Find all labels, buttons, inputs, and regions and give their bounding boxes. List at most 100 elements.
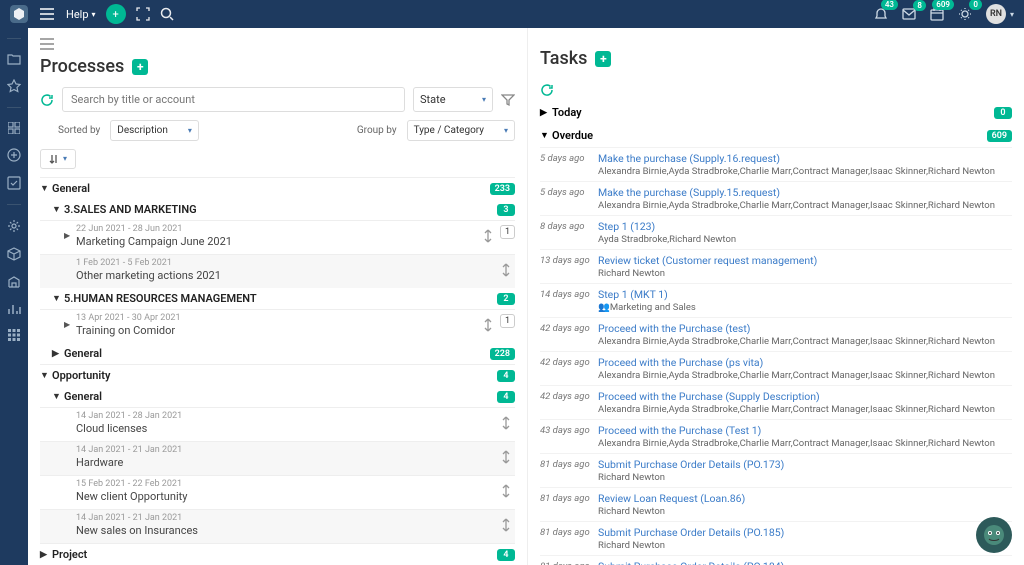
sidebar-folder-icon[interactable] (0, 53, 28, 65)
caret-icon[interactable]: ▼ (52, 391, 64, 402)
mail-icon[interactable]: 8 (902, 8, 916, 20)
task-row[interactable]: 43 days agoProceed with the Purchase (Te… (540, 419, 1012, 453)
process-item[interactable]: ▶22 Jun 2021 - 28 Jun 2021Marketing Camp… (40, 220, 515, 254)
task-title-link[interactable]: Step 1 (MKT 1) (598, 288, 1012, 301)
reorder-icon[interactable] (483, 229, 493, 243)
task-row[interactable]: 5 days agoMake the purchase (Supply.16.r… (540, 147, 1012, 181)
task-title-link[interactable]: Proceed with the Purchase (Test 1) (598, 424, 1012, 437)
task-row[interactable]: 14 days agoStep 1 (MKT 1)👥Marketing and … (540, 283, 1012, 317)
count-badge: 4 (497, 391, 515, 403)
sidebar-apps-icon[interactable] (0, 122, 28, 134)
task-title-link[interactable]: Make the purchase (Supply.16.request) (598, 152, 1012, 165)
caret-icon[interactable]: ▶ (540, 108, 552, 118)
state-dropdown[interactable]: State▾ (413, 87, 493, 112)
group-dropdown[interactable]: Type / Category▾ (407, 120, 515, 141)
avatar[interactable]: RN (986, 4, 1006, 24)
group-label: General (64, 390, 497, 403)
task-title-link[interactable]: Submit Purchase Order Details (PO.185) (598, 526, 1012, 539)
process-group[interactable]: ▼5.HUMAN RESOURCES MANAGEMENT2 (40, 288, 515, 309)
caret-icon[interactable]: ▼ (540, 130, 552, 141)
tasks-refresh-icon[interactable] (540, 83, 1012, 97)
caret-icon[interactable]: ▼ (40, 370, 52, 381)
sidebar-add-circle-icon[interactable] (0, 148, 28, 162)
task-row[interactable]: 8 days agoStep 1 (123)Ayda Stradbroke,Ri… (540, 215, 1012, 249)
refresh-icon[interactable] (40, 93, 54, 107)
help-menu[interactable]: Help▾ (66, 8, 96, 21)
task-row[interactable]: 5 days agoMake the purchase (Supply.15.r… (540, 181, 1012, 215)
task-row[interactable]: 42 days agoProceed with the Purchase (te… (540, 317, 1012, 351)
task-row[interactable]: 81 days agoReview Loan Request (Loan.86)… (540, 487, 1012, 521)
process-group[interactable]: ▼3.SALES AND MARKETING3 (40, 199, 515, 220)
panel-menu-icon[interactable] (40, 28, 515, 56)
process-item[interactable]: 14 Jan 2021 - 21 Jan 2021New sales on In… (40, 509, 515, 543)
process-group[interactable]: ▶General228 (40, 343, 515, 364)
filter-icon[interactable] (501, 93, 515, 107)
task-title-link[interactable]: Proceed with the Purchase (ps vita) (598, 356, 1012, 369)
sidebar-building-icon[interactable] (0, 275, 28, 289)
add-process-button[interactable]: + (132, 59, 148, 75)
sidebar-grid-icon[interactable] (0, 329, 28, 341)
section-badge: 0 (994, 107, 1012, 119)
reorder-icon[interactable] (483, 318, 493, 332)
task-title-link[interactable]: Submit Purchase Order Details (PO.184) (598, 560, 1012, 565)
item-name: Cloud licenses (76, 422, 515, 435)
task-row[interactable]: 42 days agoProceed with the Purchase (ps… (540, 351, 1012, 385)
sidebar-settings-icon[interactable] (0, 219, 28, 233)
add-button[interactable]: + (106, 4, 126, 24)
sidebar-check-icon[interactable] (0, 176, 28, 190)
task-title-link[interactable]: Review ticket (Customer request manageme… (598, 254, 1012, 267)
sort-direction-button[interactable]: ▾ (40, 149, 76, 169)
caret-icon[interactable]: ▶ (64, 320, 70, 329)
task-row[interactable]: 81 days agoSubmit Purchase Order Details… (540, 521, 1012, 555)
process-item[interactable]: 14 Jan 2021 - 21 Jan 2021Hardware (40, 441, 515, 475)
avatar-menu-chevron[interactable]: ▾ (1010, 10, 1014, 19)
reorder-icon[interactable] (501, 263, 511, 277)
notifications-icon[interactable]: 43 (874, 7, 888, 21)
reorder-icon[interactable] (501, 518, 511, 532)
add-task-button[interactable]: + (595, 51, 611, 67)
sidebar-star-icon[interactable] (0, 79, 28, 93)
caret-icon[interactable]: ▼ (52, 204, 64, 215)
sidebar-chart-icon[interactable] (0, 303, 28, 315)
sort-dropdown[interactable]: Description▾ (110, 120, 199, 141)
process-group[interactable]: ▼General4 (40, 386, 515, 407)
search-icon[interactable] (160, 7, 174, 21)
process-item[interactable]: ▶13 Apr 2021 - 30 Apr 2021Training on Co… (40, 309, 515, 343)
process-group[interactable]: ▼Opportunity4 (40, 364, 515, 386)
search-input[interactable] (62, 87, 405, 112)
chat-assistant-button[interactable] (976, 517, 1012, 553)
task-title-link[interactable]: Submit Purchase Order Details (PO.173) (598, 458, 1012, 471)
reorder-icon[interactable] (501, 484, 511, 498)
calendar-icon[interactable]: 609 (930, 7, 944, 21)
process-item[interactable]: 15 Feb 2021 - 22 Feb 2021New client Oppo… (40, 475, 515, 509)
task-row[interactable]: 42 days agoProceed with the Purchase (Su… (540, 385, 1012, 419)
task-row[interactable]: 81 days agoSubmit Purchase Order Details… (540, 453, 1012, 487)
theme-icon[interactable]: 0 (958, 7, 972, 21)
task-row[interactable]: 13 days agoReview ticket (Customer reque… (540, 249, 1012, 283)
task-title-link[interactable]: Review Loan Request (Loan.86) (598, 492, 1012, 505)
task-section-header[interactable]: ▼Overdue609 (540, 124, 1012, 147)
reorder-icon[interactable] (501, 416, 511, 430)
logo[interactable] (10, 5, 28, 23)
process-item[interactable]: 1 Feb 2021 - 5 Feb 2021Other marketing a… (40, 254, 515, 288)
caret-icon[interactable]: ▶ (64, 231, 70, 240)
group-label: 5.HUMAN RESOURCES MANAGEMENT (64, 292, 497, 305)
process-group[interactable]: ▼General233 (40, 177, 515, 199)
task-section-header[interactable]: ▶Today0 (540, 101, 1012, 124)
caret-icon[interactable]: ▼ (40, 183, 52, 194)
fullscreen-icon[interactable] (136, 7, 150, 21)
menu-icon[interactable] (40, 8, 54, 20)
process-item[interactable]: 14 Jan 2021 - 28 Jan 2021Cloud licenses (40, 407, 515, 441)
caret-icon[interactable]: ▶ (40, 550, 52, 560)
task-title-link[interactable]: Step 1 (123) (598, 220, 1012, 233)
caret-icon[interactable]: ▶ (52, 349, 64, 359)
task-title-link[interactable]: Proceed with the Purchase (Supply Descri… (598, 390, 1012, 403)
count-badge: 233 (490, 183, 515, 195)
sidebar-box-icon[interactable] (0, 247, 28, 261)
task-title-link[interactable]: Proceed with the Purchase (test) (598, 322, 1012, 335)
process-group[interactable]: ▶Project4 (40, 543, 515, 565)
task-title-link[interactable]: Make the purchase (Supply.15.request) (598, 186, 1012, 199)
caret-icon[interactable]: ▼ (52, 293, 64, 304)
reorder-icon[interactable] (501, 450, 511, 464)
task-row[interactable]: 81 days agoSubmit Purchase Order Details… (540, 555, 1012, 565)
